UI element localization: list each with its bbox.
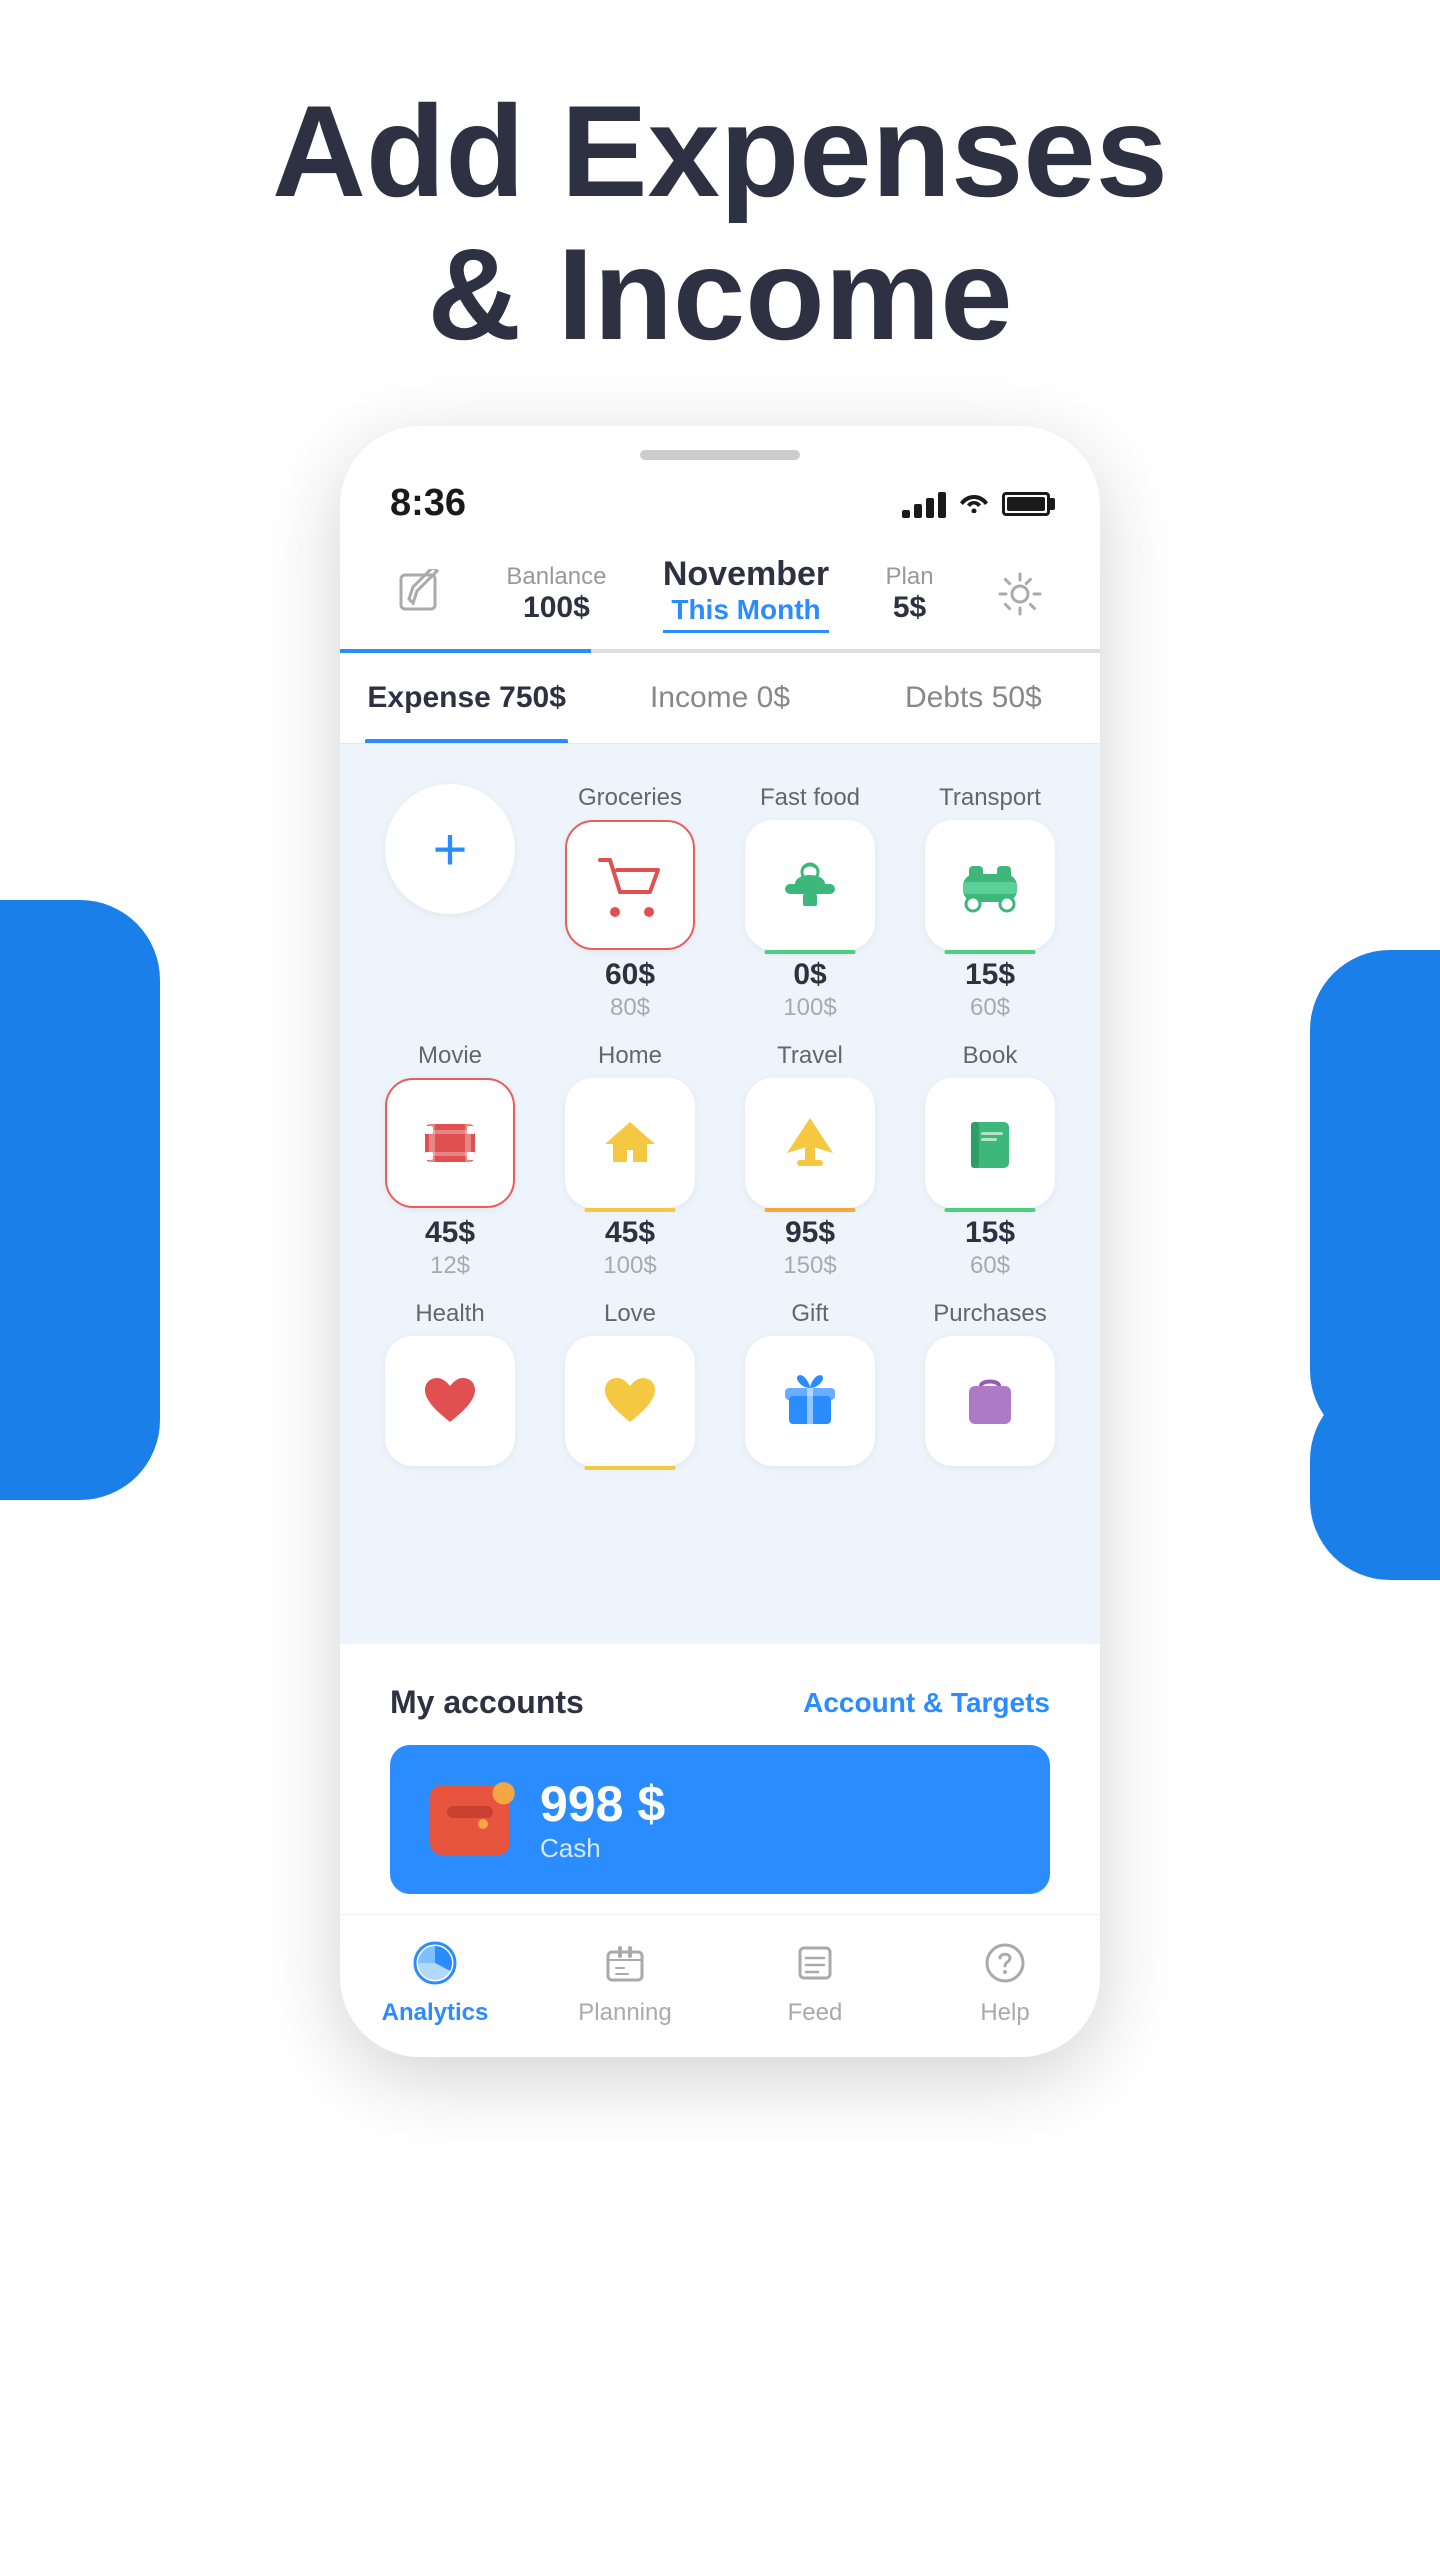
- category-fastfood[interactable]: Fast food 0$ 100$: [730, 784, 890, 1022]
- fastfood-icon-wrap: [745, 820, 875, 950]
- category-movie[interactable]: Movie 4: [370, 1042, 530, 1280]
- planning-icon: [597, 1935, 653, 1991]
- nav-balance: Banlance 100$: [506, 563, 606, 625]
- add-button[interactable]: +: [385, 784, 515, 914]
- transport-icon-wrap: [925, 820, 1055, 950]
- tab-expense[interactable]: Expense 750$: [340, 653, 593, 743]
- category-book[interactable]: Book 15$ 60$: [910, 1042, 1070, 1280]
- phone: 8:36: [340, 426, 1100, 2057]
- account-card[interactable]: 998 $ Cash: [390, 1745, 1050, 1894]
- category-grid-row2: Movie 4: [370, 1032, 1070, 1290]
- category-travel[interactable]: Travel 95$ 150$: [730, 1042, 890, 1280]
- phone-notch: [340, 426, 1100, 472]
- travel-icon-wrap: [745, 1078, 875, 1208]
- status-bar: 8:36: [340, 472, 1100, 535]
- nav-plan: Plan 5$: [886, 563, 934, 625]
- nav-month-selector[interactable]: November This Month: [663, 555, 829, 633]
- love-icon-wrap: [565, 1336, 695, 1466]
- purchases-icon-wrap: [925, 1336, 1055, 1466]
- analytics-label: Analytics: [382, 1999, 489, 2027]
- wallet-icon: [430, 1785, 510, 1855]
- category-groceries[interactable]: Groceries 60$ 80$: [550, 784, 710, 1022]
- status-icons: [902, 488, 1050, 520]
- wifi-icon: [958, 488, 990, 520]
- feed-icon: [787, 1935, 843, 1991]
- feed-label: Feed: [788, 1999, 843, 2027]
- category-home[interactable]: Home 45$ 100$: [550, 1042, 710, 1280]
- category-purchases[interactable]: Purchases: [910, 1300, 1070, 1466]
- groceries-icon-wrap: [565, 820, 695, 950]
- home-icon-wrap: [565, 1078, 695, 1208]
- account-info: 998 $ Cash: [540, 1775, 665, 1864]
- nav-feed[interactable]: Feed: [720, 1935, 910, 2027]
- phone-wrapper: 8:36: [0, 426, 1440, 2057]
- nav-analytics[interactable]: Analytics: [340, 1935, 530, 2027]
- accounts-header: My accounts Account & Targets: [390, 1684, 1050, 1721]
- gift-icon-wrap: [745, 1336, 875, 1466]
- status-time: 8:36: [390, 482, 466, 525]
- accounts-title: My accounts: [390, 1684, 584, 1721]
- signal-icon: [902, 490, 946, 518]
- tab-debts[interactable]: Debts 50$: [847, 653, 1100, 743]
- settings-icon[interactable]: [990, 564, 1050, 624]
- page-title: Add Expenses & Income: [100, 80, 1340, 366]
- tabs: Expense 750$ Income 0$ Debts 50$: [340, 653, 1100, 744]
- accounts-link[interactable]: Account & Targets: [803, 1687, 1050, 1719]
- top-nav: Banlance 100$ November This Month Plan 5…: [340, 535, 1100, 633]
- plus-icon: +: [432, 815, 467, 884]
- category-love[interactable]: Love: [550, 1300, 710, 1466]
- content-area: + Groceries 60$ 80$: [340, 744, 1100, 1644]
- battery-icon: [1002, 492, 1050, 516]
- tab-income[interactable]: Income 0$: [593, 653, 846, 743]
- category-grid-row3: Health Love Gift: [370, 1290, 1070, 1476]
- edit-icon[interactable]: [390, 564, 450, 624]
- health-icon-wrap: [385, 1336, 515, 1466]
- category-health[interactable]: Health: [370, 1300, 530, 1466]
- category-transport[interactable]: Transport 15$ 60$: [910, 784, 1070, 1022]
- notch-bar: [640, 450, 800, 460]
- planning-label: Planning: [578, 1999, 671, 2027]
- nav-help[interactable]: Help: [910, 1935, 1100, 2027]
- help-icon: [977, 1935, 1033, 1991]
- page-header: Add Expenses & Income: [0, 0, 1440, 426]
- book-icon-wrap: [925, 1078, 1055, 1208]
- analytics-icon: [407, 1935, 463, 1991]
- movie-icon-wrap: [385, 1078, 515, 1208]
- category-grid-row1: + Groceries 60$ 80$: [370, 774, 1070, 1032]
- nav-planning[interactable]: Planning: [530, 1935, 720, 2027]
- accounts-section: My accounts Account & Targets 998 $ Cash: [340, 1644, 1100, 1914]
- help-label: Help: [980, 1999, 1029, 2027]
- bottom-nav: Analytics Planning: [340, 1914, 1100, 2057]
- category-gift[interactable]: Gift: [730, 1300, 890, 1466]
- add-category-item[interactable]: +: [370, 784, 530, 1022]
